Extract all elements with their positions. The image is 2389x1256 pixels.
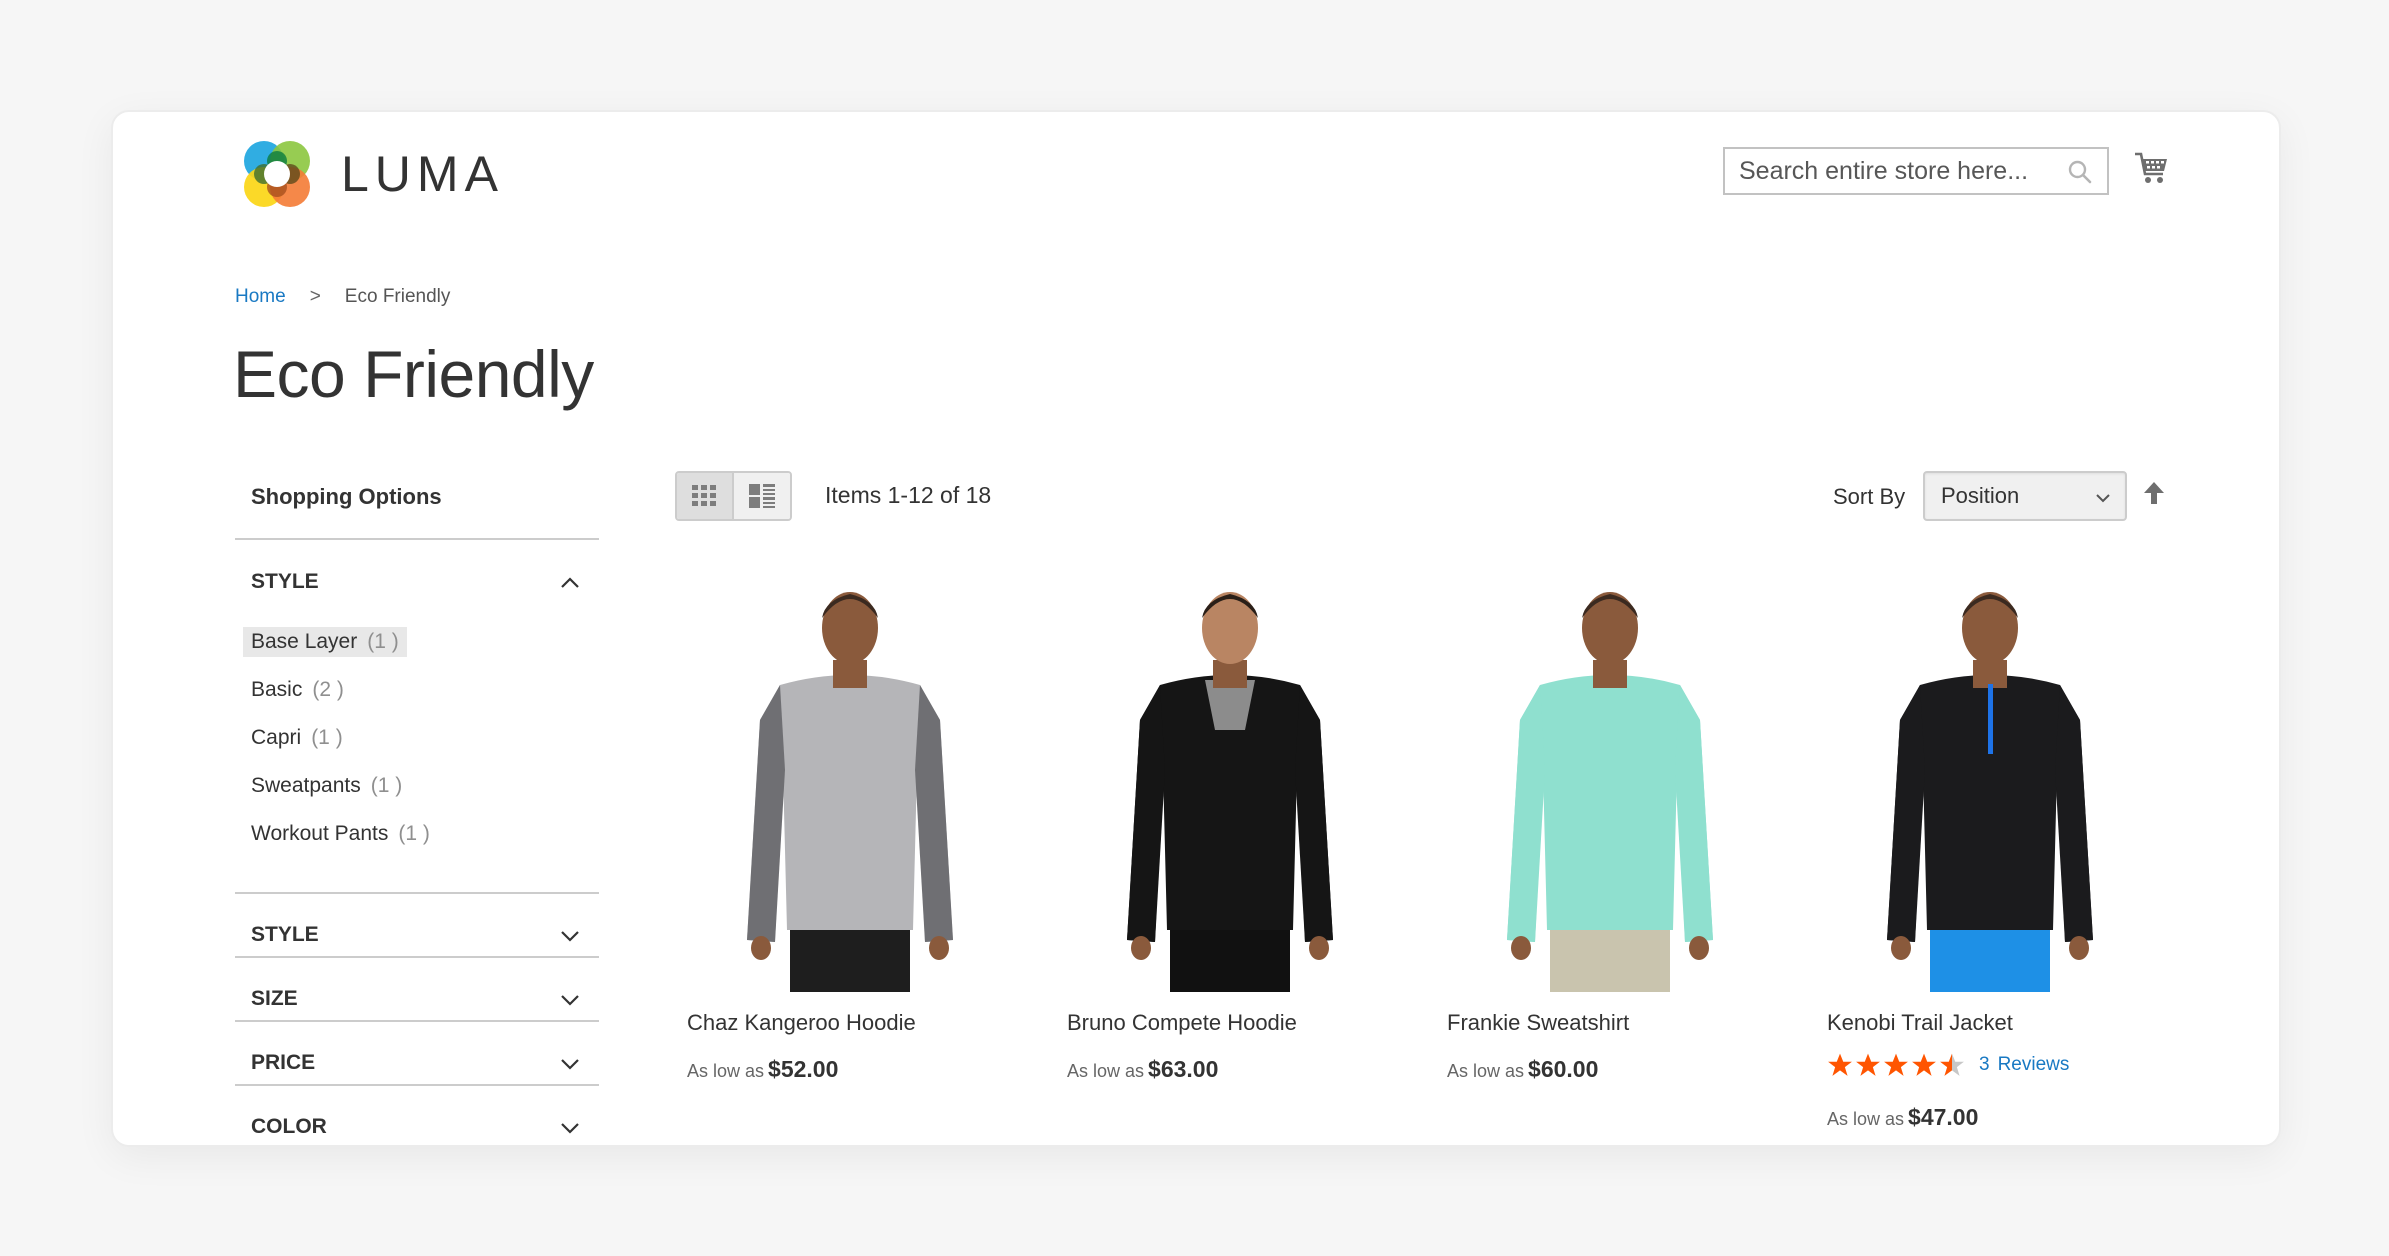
filter-option-count: (1 ) [311, 726, 343, 749]
arrow-up-icon[interactable] [2143, 480, 2165, 506]
product-price: As low as $47.00 [1827, 1104, 1978, 1131]
search-icon[interactable] [2067, 159, 2093, 185]
search-box[interactable] [1723, 147, 2109, 195]
breadcrumb: Home > Eco Friendly [235, 286, 450, 308]
price-label: As low as [1067, 1061, 1145, 1081]
shopping-options-title: Shopping Options [251, 484, 442, 509]
product-card[interactable]: Kenobi Trail Jacket 3 Reviews As low as $4… [1825, 580, 2155, 1130]
filter-option-count: (1 ) [370, 774, 403, 797]
product-name-link[interactable]: Chaz Kangeroo Hoodie [687, 1010, 916, 1036]
filter-option-label: Workout Pants [251, 822, 389, 845]
product-card[interactable]: Chaz Kangeroo Hoodie As low as $52.00 [685, 580, 1015, 1082]
filter-option[interactable]: Workout Pants (1 ) [243, 819, 438, 849]
filter-option-label: Basic [251, 678, 303, 701]
list-view-button[interactable] [733, 473, 790, 519]
price-label: As low as [1447, 1061, 1525, 1081]
filter-option[interactable]: Basic (2 ) [243, 675, 352, 705]
reviews-count: 3 [1979, 1054, 1990, 1075]
breadcrumb-home-link[interactable]: Home [235, 286, 286, 308]
sort-by-label: Sort By [1833, 484, 1906, 509]
price-value: $52.00 [768, 1056, 839, 1082]
product-card[interactable]: Frankie Sweatshirt As low as $60.00 [1445, 580, 1775, 1082]
chevron-down-icon [2096, 494, 2110, 503]
page-card: LUMA Home > Eco Friendly Eco Friendly Sh… [111, 110, 2281, 1147]
rating-stars [1827, 1052, 1965, 1078]
filter-title[interactable]: STYLE [251, 923, 319, 947]
star-icon [1940, 1053, 1964, 1076]
price-label: As low as [1827, 1109, 1905, 1129]
grid-view-button[interactable] [677, 473, 734, 519]
product-price: As low as $52.00 [687, 1056, 838, 1083]
divider [235, 1084, 599, 1086]
product-photo-icon [747, 592, 953, 992]
list-icon [748, 484, 775, 508]
search-input[interactable] [1725, 150, 2061, 192]
filter-option-count: (1 ) [398, 822, 430, 845]
star-icon [1884, 1053, 1908, 1076]
product-rating: 3 Reviews [1827, 1052, 2069, 1078]
divider [235, 956, 599, 958]
price-value: $63.00 [1148, 1056, 1219, 1082]
product-image[interactable] [1445, 580, 1775, 992]
filter-option-label: Capri [251, 726, 302, 749]
view-mode-toggle [675, 471, 792, 521]
product-card[interactable]: Bruno Compete Hoodie As low as $63.00 [1065, 580, 1395, 1082]
filter-option[interactable]: Capri (1 ) [243, 723, 351, 753]
items-count: Items 1-12 of 18 [825, 482, 992, 508]
filter-option-label: Sweatpants [251, 774, 361, 797]
divider [235, 538, 599, 540]
price-value: $47.00 [1908, 1104, 1979, 1130]
product-price: As low as $60.00 [1447, 1056, 1598, 1083]
filter-option[interactable]: Sweatpants (1 ) [243, 771, 410, 801]
product-price: As low as $63.00 [1067, 1056, 1218, 1083]
breadcrumb-current: Eco Friendly [344, 286, 451, 307]
filter-option[interactable]: Base Layer (1 ) [243, 627, 407, 657]
filter-title[interactable]: COLOR [251, 1115, 327, 1139]
reviews-label: Reviews [1997, 1054, 2070, 1075]
divider [235, 1020, 599, 1022]
filter-title[interactable]: PRICE [251, 1051, 315, 1075]
product-image[interactable] [685, 580, 1015, 992]
reviews-link[interactable]: 3 Reviews [1979, 1054, 2069, 1076]
filter-option-label: Base Layer [251, 630, 358, 653]
chevron-up-icon[interactable] [559, 576, 581, 590]
luma-logo-icon[interactable] [237, 134, 317, 214]
product-image[interactable] [1825, 580, 2155, 992]
sort-by-select[interactable]: Position [1923, 471, 2127, 521]
product-photo-icon [1507, 592, 1713, 992]
price-label: As low as [687, 1061, 765, 1081]
chevron-down-icon[interactable] [559, 1121, 581, 1135]
chevron-down-icon[interactable] [559, 1057, 581, 1071]
product-name-link[interactable]: Bruno Compete Hoodie [1067, 1010, 1297, 1036]
page-title: Eco Friendly [233, 337, 594, 411]
price-value: $60.00 [1528, 1056, 1599, 1082]
brand-name[interactable]: LUMA [341, 144, 504, 204]
cart-icon[interactable] [2133, 150, 2169, 186]
sort-by-value: Position [1941, 483, 2020, 508]
product-photo-icon [1127, 592, 1333, 992]
chevron-down-icon[interactable] [559, 993, 581, 1007]
divider [235, 892, 599, 894]
product-name-link[interactable]: Frankie Sweatshirt [1447, 1010, 1629, 1036]
breadcrumb-separator-icon: > [309, 286, 321, 307]
chevron-down-icon[interactable] [559, 929, 581, 943]
star-icon [1912, 1053, 1936, 1076]
grid-icon [692, 485, 717, 506]
product-image[interactable] [1065, 580, 1395, 992]
filter-option-count: (1 ) [367, 630, 399, 653]
product-photo-icon [1887, 592, 2093, 992]
star-icon [1828, 1053, 1852, 1076]
filter-option-count: (2 ) [312, 678, 344, 701]
filter-title[interactable]: STYLE [251, 570, 319, 594]
star-icon [1856, 1053, 1880, 1076]
filter-title[interactable]: SIZE [251, 987, 298, 1011]
product-name-link[interactable]: Kenobi Trail Jacket [1827, 1010, 2013, 1036]
